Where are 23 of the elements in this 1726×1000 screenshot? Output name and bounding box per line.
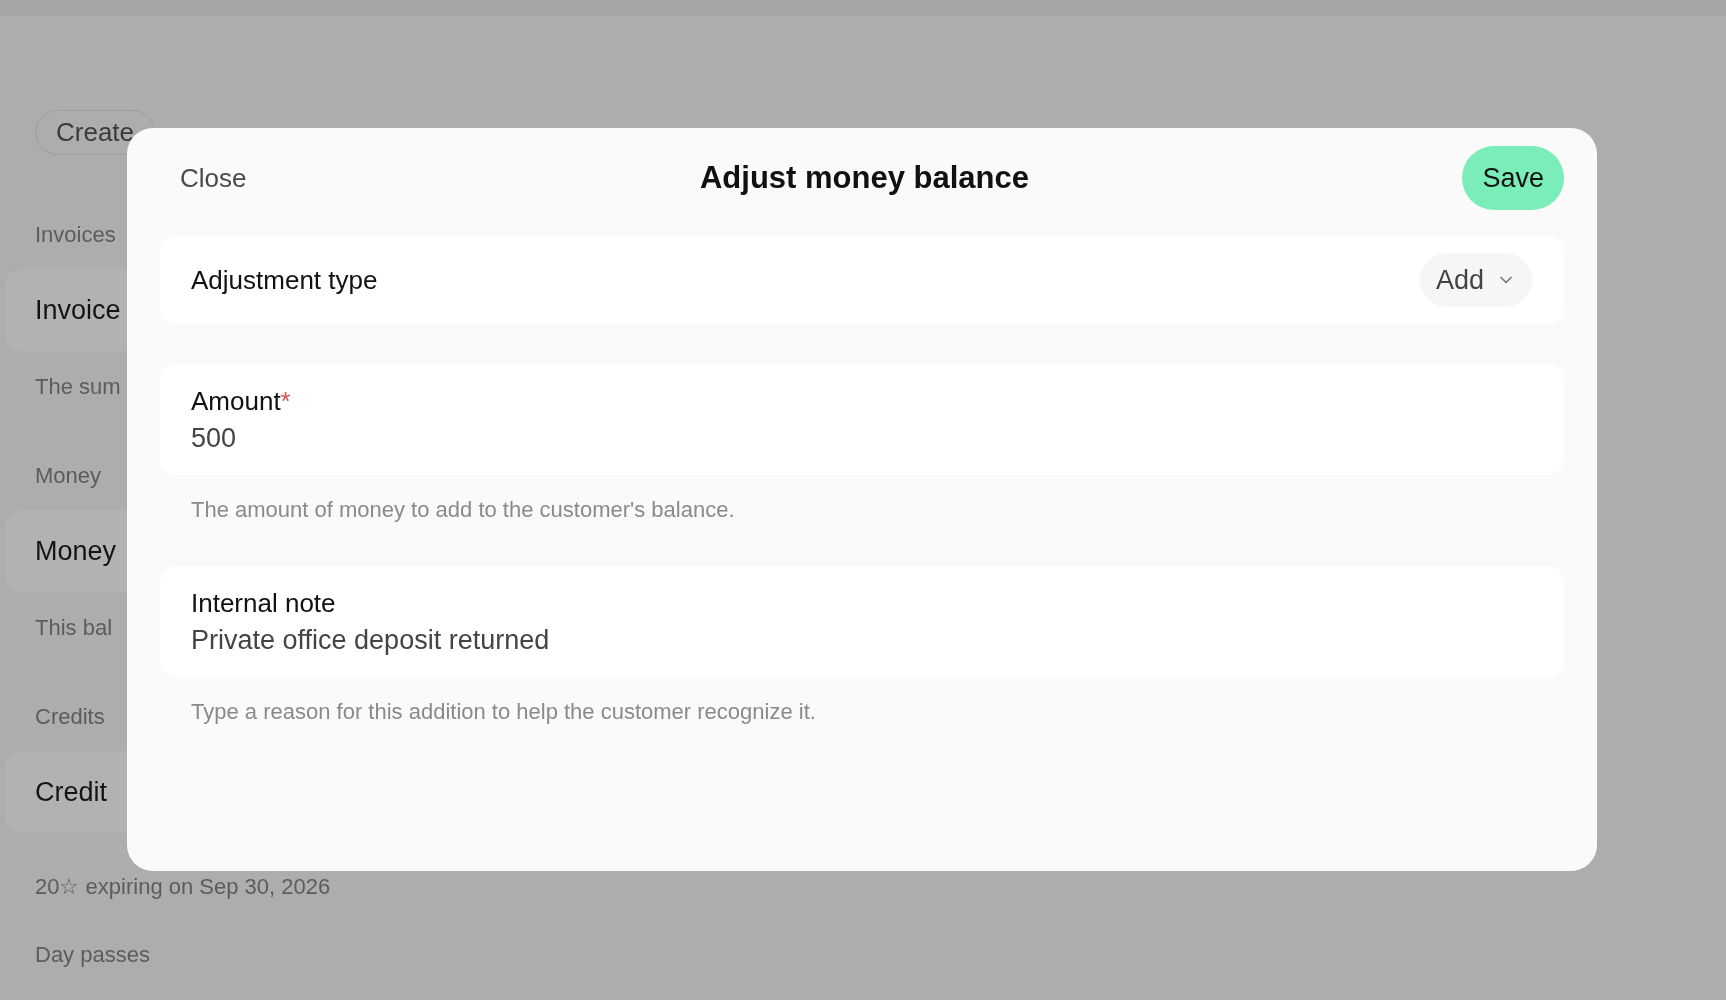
section-label: Money [35, 462, 102, 490]
card-title: Invoice [35, 293, 121, 327]
input-field[interactable]: Amount* 500 [160, 364, 1564, 475]
close-button[interactable]: Close [160, 146, 267, 210]
field-value: Private office deposit returned [191, 623, 550, 657]
field-value: 500 [191, 421, 237, 455]
input-field[interactable]: Internal note Private office deposit returned [160, 566, 1564, 677]
field-label: Internal note [191, 586, 336, 620]
section-label: Day passes [35, 941, 150, 969]
help-text: The amount of money to add to the customer's balance. [191, 496, 735, 524]
card-caption: 20☆ expiring on Sep 30, 2026 [35, 873, 331, 901]
save-button[interactable]: Save [1462, 146, 1564, 210]
section-label: Invoices [35, 221, 116, 249]
card-title: Credit [35, 775, 108, 809]
type-dropdown[interactable]: Add [1419, 253, 1532, 307]
card-title: Money [35, 534, 117, 568]
card-caption: The sum [35, 373, 121, 401]
section-label: Credits [35, 703, 105, 731]
field-label: Amount* [191, 384, 291, 418]
card-caption: This bal [35, 614, 113, 642]
dialog-title: Adjust money balance [699, 158, 1029, 197]
field-label: Adjustment type [191, 263, 378, 297]
help-text: Type a reason for this addition to help the customer recognize it. [191, 698, 816, 726]
